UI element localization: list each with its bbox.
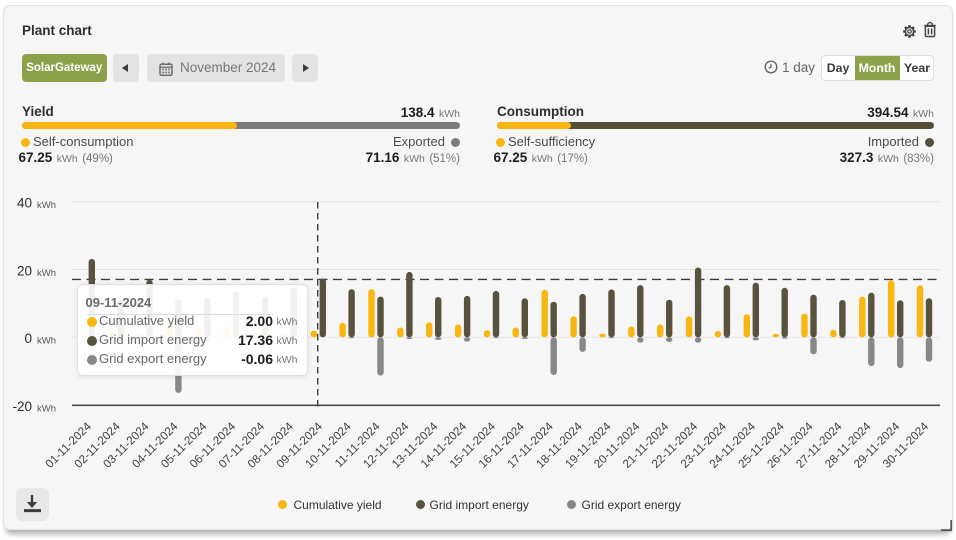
svg-text:20: 20: [17, 263, 32, 278]
svg-text:kWh: kWh: [37, 200, 56, 211]
svg-text:kWh: kWh: [37, 404, 56, 415]
svg-text:40: 40: [17, 196, 32, 211]
svg-text:0: 0: [24, 331, 32, 346]
svg-text:-20: -20: [12, 399, 32, 414]
svg-text:kWh: kWh: [37, 268, 56, 279]
svg-text:kWh: kWh: [37, 336, 56, 347]
